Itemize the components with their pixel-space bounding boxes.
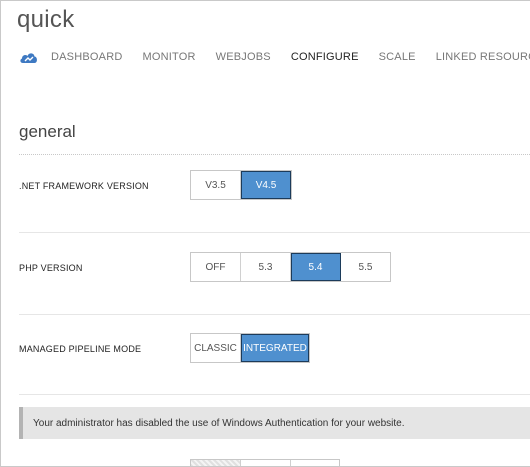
net-option-v45[interactable]: V4.5: [241, 171, 291, 199]
admin-notice: Your administrator has disabled the use …: [19, 407, 530, 439]
nav-dashboard[interactable]: DASHBOARD: [51, 51, 122, 63]
php-option-55[interactable]: 5.5: [341, 253, 390, 281]
section-title: general: [19, 122, 76, 141]
divider: [19, 232, 530, 233]
pipeline-option-classic[interactable]: CLASSIC: [191, 334, 241, 362]
divider: [19, 314, 530, 315]
partial-option[interactable]: [241, 460, 291, 466]
nav-linked-resources[interactable]: LINKED RESOURCES: [436, 51, 530, 63]
net-framework-toggle: V3.5 V4.5: [190, 170, 292, 200]
php-version-toggle: OFF 5.3 5.4 5.5: [190, 252, 391, 282]
nav-scale[interactable]: SCALE: [379, 51, 416, 63]
php-version-label: PHP VERSION: [19, 263, 83, 273]
pipeline-option-integrated[interactable]: INTEGRATED: [241, 334, 309, 362]
portal-page: quick DASHBOARD MONITOR WEBJOBS CONFIGUR…: [0, 0, 530, 467]
divider: [19, 394, 530, 395]
site-title: quick: [17, 6, 75, 33]
php-option-off[interactable]: OFF: [191, 253, 241, 281]
pipeline-mode-toggle: CLASSIC INTEGRATED: [190, 333, 310, 363]
section-divider: [19, 154, 530, 155]
nav-webjobs[interactable]: WEBJOBS: [216, 51, 271, 63]
partial-toggle[interactable]: [190, 459, 340, 466]
nav-configure[interactable]: CONFIGURE: [291, 51, 359, 63]
partial-option-disabled: [191, 460, 241, 466]
pipeline-mode-label: MANAGED PIPELINE MODE: [19, 344, 142, 354]
admin-notice-text: Your administrator has disabled the use …: [33, 417, 405, 429]
php-option-54[interactable]: 5.4: [291, 253, 341, 281]
net-framework-label: .NET FRAMEWORK VERSION: [19, 181, 149, 191]
partial-option[interactable]: [291, 460, 339, 466]
top-nav: DASHBOARD MONITOR WEBJOBS CONFIGURE SCAL…: [19, 49, 530, 65]
php-option-53[interactable]: 5.3: [241, 253, 291, 281]
nav-monitor[interactable]: MONITOR: [142, 51, 195, 63]
cloud-icon[interactable]: [19, 51, 38, 64]
net-option-v35[interactable]: V3.5: [191, 171, 241, 199]
